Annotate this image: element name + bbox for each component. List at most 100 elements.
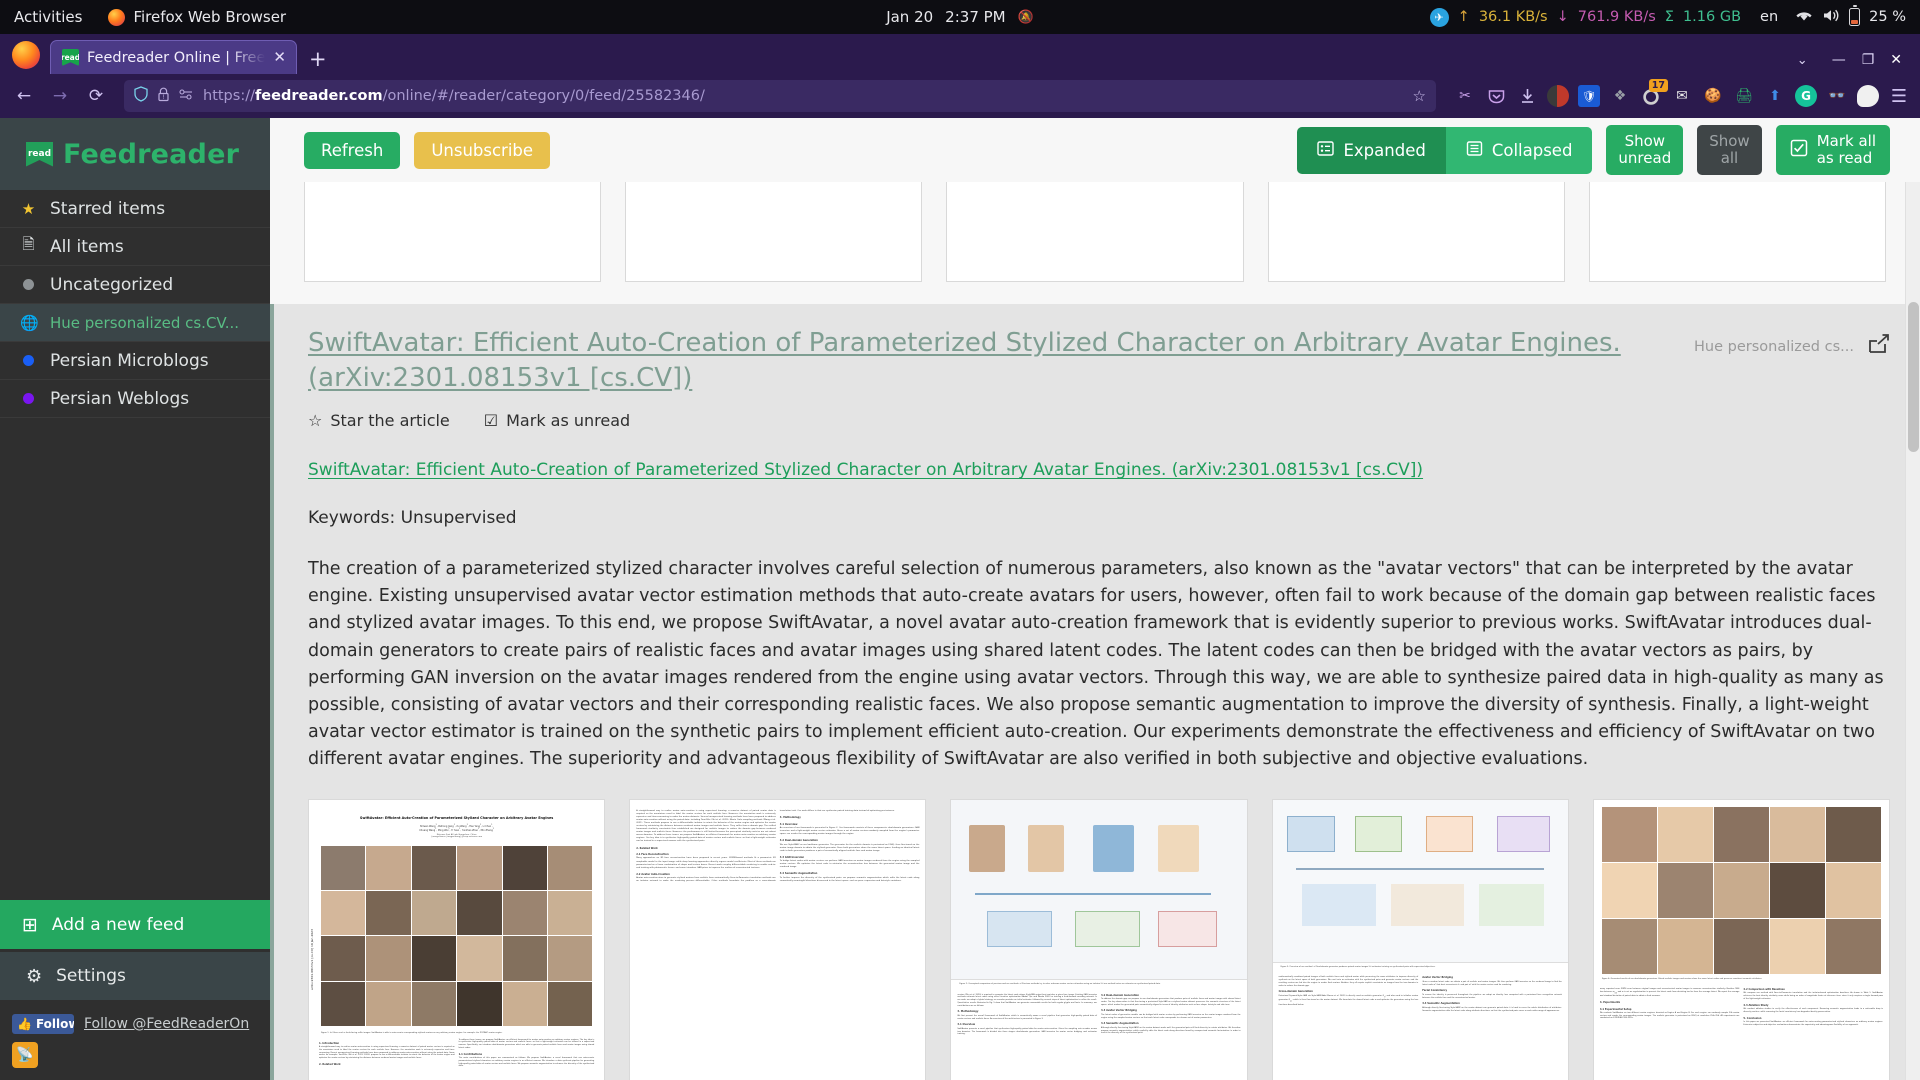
printer-extension-icon[interactable]: 🖨: [1733, 85, 1755, 107]
chevron-down-icon[interactable]: ⌄: [1797, 53, 1808, 68]
mark-all-as-read-button[interactable]: Mark all as read: [1775, 125, 1890, 175]
sidebar-item-uncategorized[interactable]: Uncategorized: [0, 266, 270, 304]
browser-tab-feedreader[interactable]: read Feedreader Online | Free ✕: [50, 40, 297, 74]
vertical-scrollbar[interactable]: [1905, 182, 1920, 1080]
gnome-top-bar: Activities Firefox Web Browser Jan 20 2:…: [0, 0, 1920, 34]
tab-title: Feedreader Online | Free: [87, 49, 266, 66]
settings-button[interactable]: ⚙ Settings: [0, 952, 270, 1000]
lock-warning-icon[interactable]: !: [157, 87, 170, 106]
sidebar-item-persian-weblogs[interactable]: Persian Weblogs: [0, 380, 270, 418]
tab-expanded[interactable]: Expanded: [1297, 126, 1446, 174]
url-domain: feedreader.com: [254, 88, 383, 104]
tab-collapsed[interactable]: Collapsed: [1445, 126, 1593, 174]
paper-page-thumbnail-1[interactable]: SwiftAvatar: Efficient Auto-Creation of …: [308, 799, 606, 1080]
back-button[interactable]: ←: [8, 80, 40, 112]
extension-badge-count: 17: [1648, 79, 1668, 92]
paper-thumbnail[interactable]: In this study, we establish a deep learn…: [304, 182, 602, 282]
sidebar-item-all[interactable]: 🗎 All items: [0, 228, 270, 266]
previous-article-thumbnails: In this study, we establish a deep learn…: [270, 182, 1920, 282]
glasses-extension-icon[interactable]: 👓: [1826, 85, 1848, 107]
window-close-button[interactable]: ✕: [1890, 52, 1902, 68]
close-icon[interactable]: ✕: [273, 50, 286, 65]
paper-thumbnail[interactable]: for analysing model's efficiency was a s…: [946, 182, 1244, 282]
sidebar-item-persian-microblogs[interactable]: Persian Microblogs: [0, 342, 270, 380]
paper-thumbnail[interactable]: When written to the study work. The arch…: [1588, 182, 1887, 282]
view-mode-toggle: Expanded Collapsed: [1297, 126, 1593, 174]
scrollbar-thumb[interactable]: [1908, 302, 1919, 452]
blue-arrow-extension-icon[interactable]: ⬆: [1764, 85, 1786, 107]
rss-icon[interactable]: 📡: [12, 1042, 38, 1068]
dot-icon: [23, 354, 34, 366]
collapsed-label: Collapsed: [1491, 140, 1573, 160]
cookie-extension-icon[interactable]: 🍪: [1702, 85, 1724, 107]
permissions-icon[interactable]: [179, 88, 194, 105]
maximize-button[interactable]: ❐: [1862, 52, 1875, 68]
star-outline-icon: ☆: [308, 411, 323, 431]
hamburger-menu-icon[interactable]: ☰: [1888, 85, 1910, 107]
add-feed-label: Add a new feed: [51, 914, 185, 935]
add-a-new-feed-button[interactable]: ⊞ Add a new feed: [0, 900, 270, 952]
article-feed-name[interactable]: Hue personalized cs....: [1694, 339, 1854, 355]
sidebar-item-starred[interactable]: ★ Starred items: [0, 190, 270, 228]
battery-icon[interactable]: [1849, 5, 1861, 26]
show-all-button[interactable]: Show all: [1697, 125, 1762, 175]
brand-header: read Feedreader: [0, 118, 270, 190]
paper-page-thumbnail-4[interactable]: Figure 3: Overview of our method. a) Dua…: [1271, 799, 1569, 1080]
paper-page-thumbnail-2[interactable]: A straightforward way to realize avatar …: [629, 799, 927, 1080]
minimize-button[interactable]: —: [1832, 52, 1846, 68]
url-bar[interactable]: ! https://feedreader.com/online/#/reader…: [124, 80, 1436, 112]
globe-icon: 🌐: [20, 313, 39, 332]
thumbs-up-icon: 👍: [17, 1017, 32, 1031]
facebook-follow-button[interactable]: 👍 Follow: [12, 1014, 74, 1034]
shield-icon[interactable]: [134, 86, 148, 106]
paper-thumbnail[interactable]: study leverages the DB positive nucleus …: [625, 182, 923, 282]
forward-button[interactable]: →: [44, 80, 76, 112]
active-app-indicator[interactable]: Firefox Web Browser: [108, 8, 286, 26]
puzzle-extension-icon[interactable]: ❖: [1609, 85, 1631, 107]
show-unread-button[interactable]: Show unread: [1606, 125, 1684, 175]
navigation-bar: ← → ⟳ ! https://feedreader.com/online/#/…: [0, 74, 1920, 118]
shield-extension-icon[interactable]: 🛡: [1578, 85, 1600, 107]
bookmark-star-icon[interactable]: ☆: [1413, 87, 1426, 105]
paper-page-thumbnail-3[interactable]: Figure 2: Conceptual comparison of previ…: [950, 799, 1248, 1080]
mark-as-unread-button[interactable]: ☑ Mark as unread: [484, 411, 630, 430]
share-icon[interactable]: [1868, 334, 1890, 359]
feedreader-logo-icon: read: [26, 141, 53, 167]
refresh-button[interactable]: Refresh: [304, 131, 401, 169]
grammarly-extension-icon[interactable]: G: [1795, 85, 1817, 107]
star-icon: ★: [21, 199, 36, 218]
twitter-follow-link[interactable]: Follow @FeedReaderOn: [84, 1016, 249, 1032]
article-source-link[interactable]: SwiftAvatar: Efficient Auto-Creation of …: [308, 460, 1423, 480]
battery-percentage: 25 %: [1869, 9, 1906, 25]
dot-icon: [23, 278, 34, 290]
sidebar-item-hue-personalized-cs-cv[interactable]: 🌐 Hue personalized cs.CV...: [0, 304, 270, 342]
telegram-icon[interactable]: ✈: [1429, 7, 1449, 27]
paper-thumbnail[interactable]: when written to the study results. The a…: [1267, 182, 1565, 282]
avatar-extension-icon[interactable]: [1547, 85, 1569, 107]
sidebar-item-label: Uncategorized: [50, 274, 174, 295]
mark-all-line2: as read: [1816, 149, 1873, 167]
volume-icon[interactable]: [1822, 8, 1840, 27]
download-icon[interactable]: [1516, 85, 1538, 107]
article-title-link[interactable]: SwiftAvatar: Efficient Auto-Creation of …: [308, 326, 1676, 395]
keyboard-layout-indicator[interactable]: en: [1760, 9, 1778, 25]
clock-area[interactable]: Jan 20 2:37 PM 🔕: [886, 8, 1034, 26]
reload-button[interactable]: ⟳: [80, 80, 112, 112]
article-scroll-area[interactable]: In this study, we establish a deep learn…: [270, 182, 1920, 1080]
screenshot-icon[interactable]: ✂: [1454, 85, 1476, 107]
url-text[interactable]: https://feedreader.com/online/#/reader/c…: [203, 88, 1404, 104]
star-action-label: Star the article: [330, 411, 450, 431]
unsubscribe-button[interactable]: Unsubscribe: [414, 131, 551, 169]
wifi-icon[interactable]: [1795, 8, 1813, 26]
notification-bell-muted-icon[interactable]: 🔕: [1018, 10, 1034, 25]
pocket-icon[interactable]: [1485, 85, 1507, 107]
new-tab-button[interactable]: +: [299, 49, 337, 74]
main-content: Refresh Unsubscribe Expanded Collapsed S…: [270, 118, 1920, 1080]
mail-extension-icon[interactable]: ✉: [1671, 85, 1693, 107]
timer-extension-icon[interactable]: 17: [1640, 79, 1668, 107]
activities-button[interactable]: Activities: [14, 8, 82, 26]
star-the-article-button[interactable]: ☆ Star the article: [308, 411, 450, 430]
white-extension-icon[interactable]: [1857, 85, 1879, 107]
paper-page-thumbnail-5[interactable]: Figure 4: Generated results of our dual-…: [1592, 799, 1891, 1080]
sidebar: read Feedreader ★ Starred items 🗎 All it…: [0, 118, 270, 1080]
